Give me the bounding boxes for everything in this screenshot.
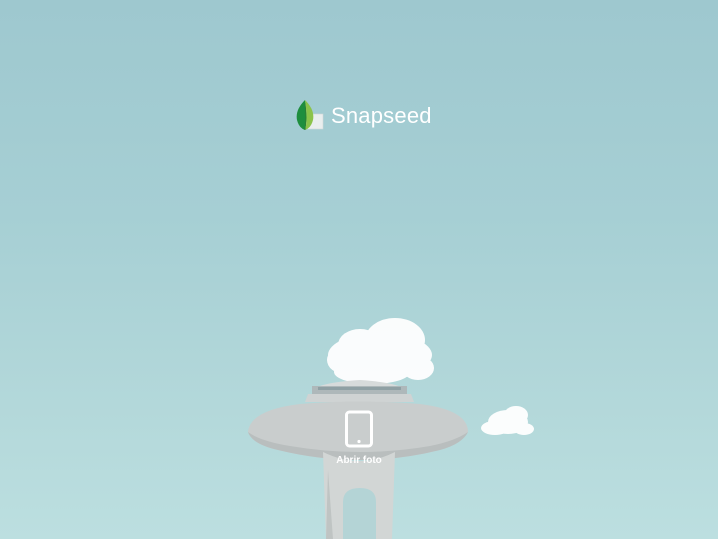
open-photo-label: Abrir foto	[336, 455, 382, 466]
tablet-icon	[345, 410, 373, 448]
open-photo-button[interactable]: Abrir foto	[314, 410, 404, 476]
start-screen: Snapseed Abrir foto	[0, 0, 718, 539]
app-brand: Snapseed	[293, 97, 432, 135]
snapseed-leaf-icon	[296, 100, 324, 131]
cloud-small	[481, 406, 534, 435]
app-name: Snapseed	[331, 103, 432, 128]
cloud-large	[327, 318, 434, 384]
